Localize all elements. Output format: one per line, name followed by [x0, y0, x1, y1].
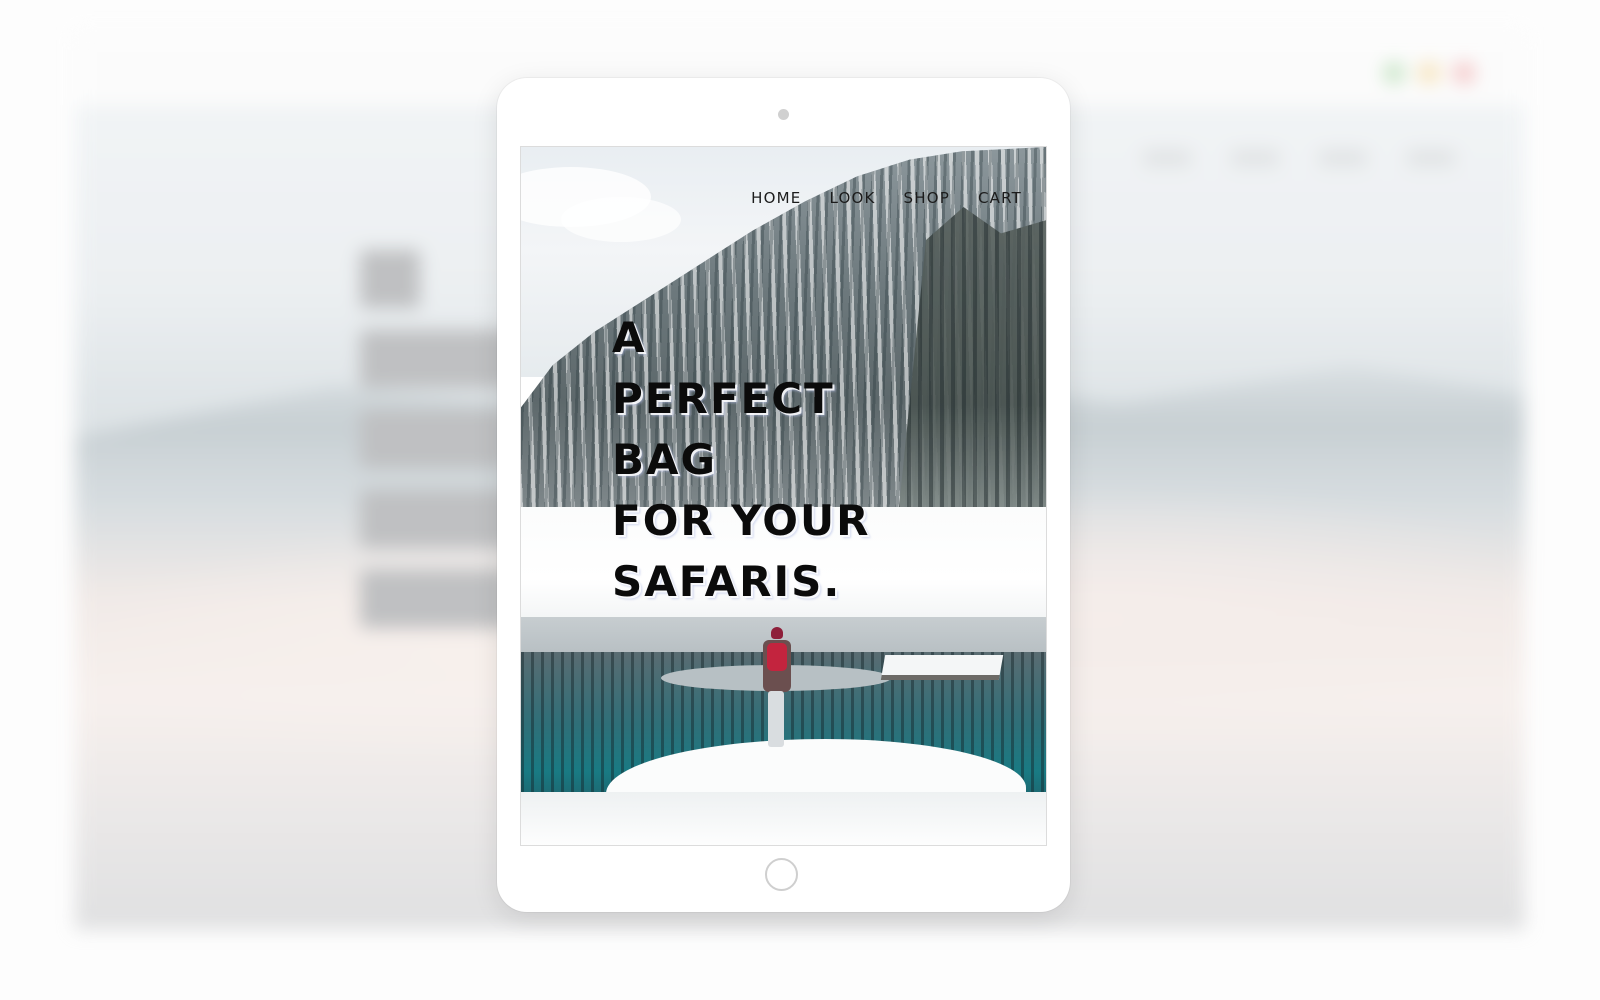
nav-shop-link[interactable]: SHOP [904, 189, 950, 207]
nav-look-link[interactable]: LOOK [829, 189, 875, 207]
blurred-text-line [360, 570, 510, 628]
blurred-text-line [360, 490, 520, 548]
blurred-nav [1143, 150, 1455, 166]
tablet-screen: HOME LOOK SHOP CART A PERFECT BAG FOR YO… [520, 146, 1047, 846]
hero-line: A [612, 313, 647, 362]
window-dot-icon [1418, 62, 1440, 84]
hero-headline: A PERFECT BAG FOR YOUR SAFARIS. [612, 307, 870, 612]
hero-line: FOR YOUR [612, 496, 871, 545]
hiker-figure [761, 627, 791, 752]
snowy-shore [521, 792, 1046, 845]
hero-line: PERFECT [612, 374, 835, 423]
hat-shape [771, 627, 783, 639]
nav-home-link[interactable]: HOME [751, 189, 801, 207]
main-nav: HOME LOOK SHOP CART [751, 189, 1022, 207]
mockup-stage: HOME LOOK SHOP CART A PERFECT BAG FOR YO… [0, 0, 1600, 1000]
cloud-shape [561, 197, 681, 242]
tablet-device: HOME LOOK SHOP CART A PERFECT BAG FOR YO… [497, 78, 1070, 912]
blurred-text-line [360, 250, 420, 308]
blurred-nav-item [1231, 150, 1279, 166]
window-dot-icon [1453, 62, 1475, 84]
nav-cart-link[interactable]: CART [978, 189, 1022, 207]
blurred-nav-item [1407, 150, 1455, 166]
blurred-nav-item [1319, 150, 1367, 166]
legs-shape [768, 691, 784, 747]
snowy-dock [880, 655, 1004, 680]
hero-line: BAG [612, 435, 717, 484]
blurred-nav-item [1143, 150, 1191, 166]
home-button[interactable] [765, 858, 798, 891]
camera-icon [778, 109, 789, 120]
blurred-text-line [360, 410, 510, 468]
window-dot-icon [1383, 62, 1405, 84]
backpack-icon [767, 643, 787, 671]
hero-line: SAFARIS. [612, 557, 842, 606]
